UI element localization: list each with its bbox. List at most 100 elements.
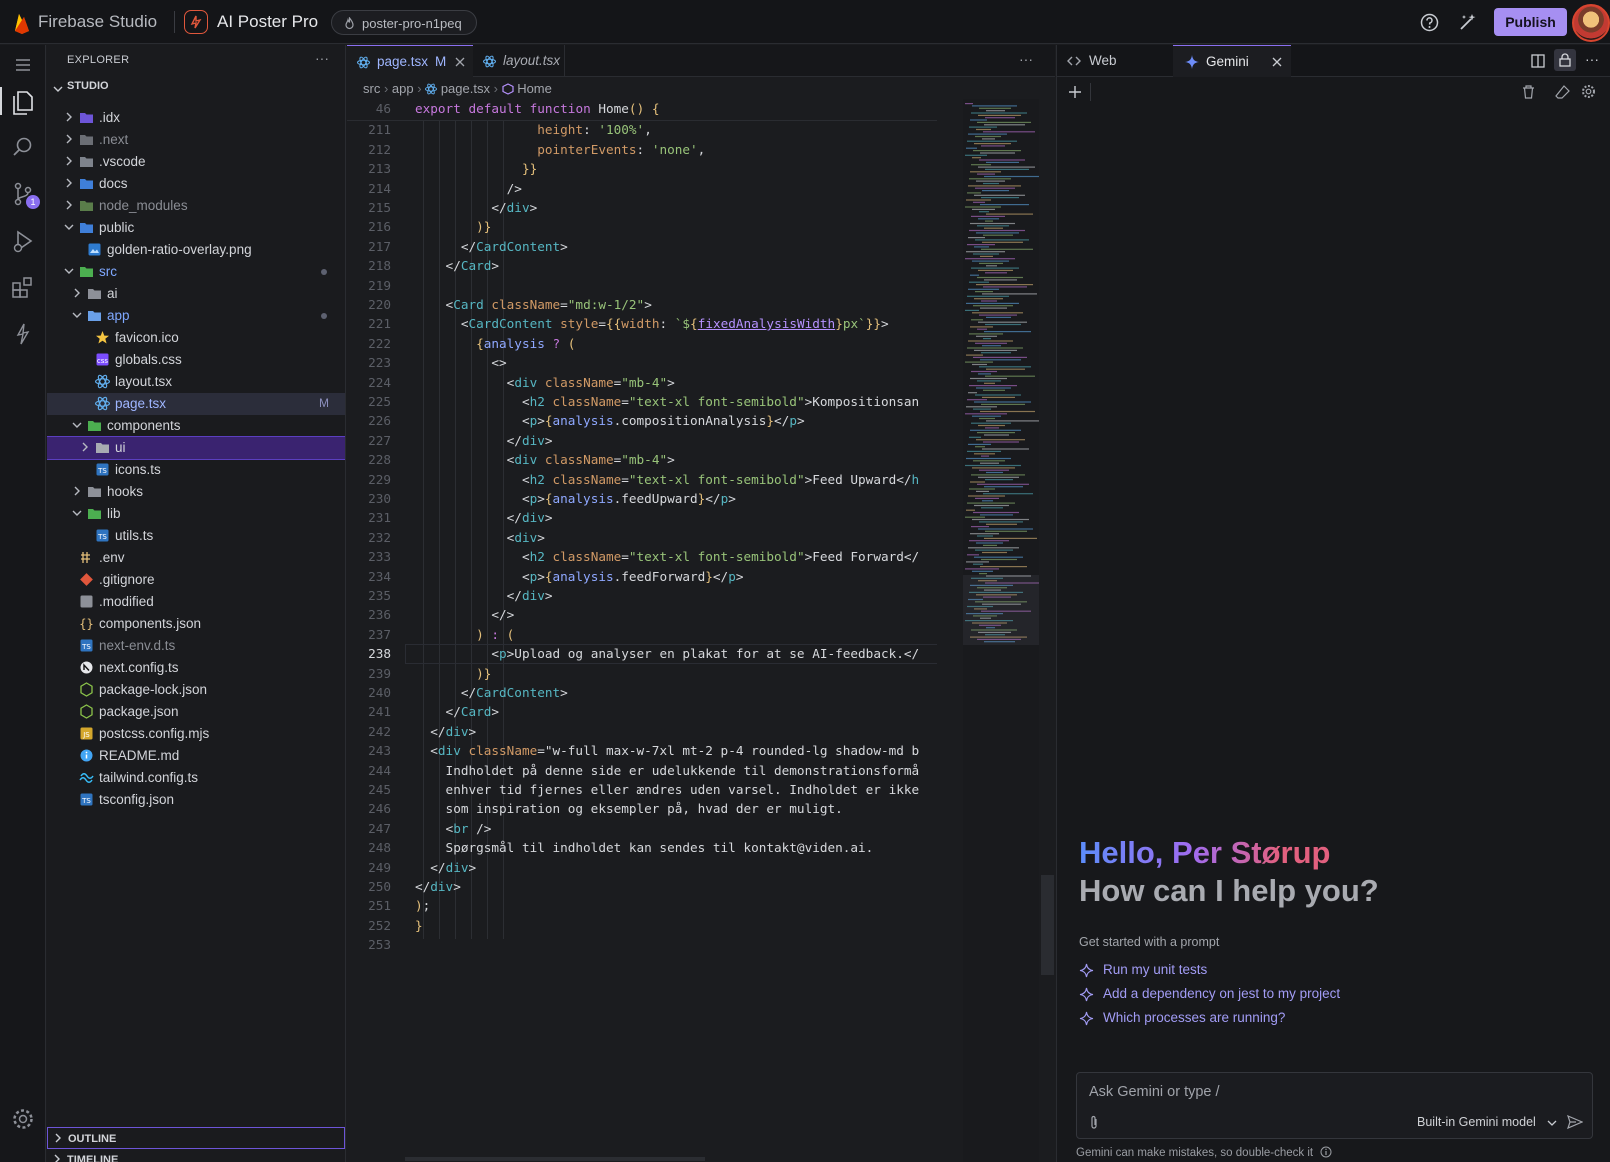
file-package-lock[interactable]: package-lock.json	[47, 679, 345, 701]
source-control-icon[interactable]: 1	[9, 180, 40, 209]
avatar[interactable]	[1572, 4, 1610, 42]
file-package-json[interactable]: package.json	[47, 701, 345, 723]
trash-icon[interactable]	[1522, 85, 1535, 99]
tab-page-tsx[interactable]: page.tsx M	[347, 45, 473, 77]
file-name: package.json	[99, 704, 179, 719]
outline-section[interactable]: OUTLINE	[47, 1127, 345, 1149]
file-favicon[interactable]: favicon.ico	[47, 327, 345, 349]
folder-docs[interactable]: docs	[47, 173, 345, 195]
folder-components[interactable]: components	[47, 415, 345, 437]
file-tailwind-config[interactable]: tailwind.config.ts	[47, 767, 345, 789]
attach-paperclip-icon[interactable]	[1089, 1115, 1099, 1131]
file-page-tsx[interactable]: page.tsx M	[47, 393, 345, 415]
chevron-right-icon[interactable]	[63, 199, 75, 211]
file-utils-ts[interactable]: TS utils.ts	[47, 525, 345, 547]
panel-more-icon[interactable]: ···	[1585, 51, 1599, 67]
explorer-icon[interactable]	[0, 87, 46, 115]
more-actions-icon[interactable]: ···	[315, 50, 329, 66]
split-editor-icon[interactable]	[1531, 54, 1545, 68]
workspace-pill[interactable]: poster-pro-n1peq	[331, 10, 477, 35]
settings-gear-icon[interactable]	[1581, 84, 1596, 99]
extensions-icon[interactable]	[9, 273, 37, 301]
folder-app[interactable]: app	[47, 305, 345, 327]
chevron-down-icon[interactable]	[71, 419, 83, 431]
timeline-section[interactable]: TIMELINE	[47, 1149, 345, 1162]
breadcrumb-item[interactable]: page.tsx	[441, 81, 490, 96]
settings-gear-icon[interactable]	[9, 1105, 37, 1133]
folder-hooks[interactable]: hooks	[47, 481, 345, 503]
file-icons-ts[interactable]: TS icons.ts	[47, 459, 345, 481]
close-icon[interactable]	[455, 57, 465, 67]
file-next-env[interactable]: TS next-env.d.ts	[47, 635, 345, 657]
menu-icon[interactable]	[9, 51, 37, 79]
studio-section-chevron-icon[interactable]	[53, 81, 63, 99]
chevron-right-icon[interactable]	[63, 111, 75, 123]
search-icon[interactable]	[9, 133, 37, 161]
file-postcss-config[interactable]: JS postcss.config.mjs	[47, 723, 345, 745]
horizontal-scrollbar[interactable]	[405, 1157, 705, 1161]
file-tsconfig[interactable]: TS tsconfig.json	[47, 789, 345, 811]
chevron-down-icon[interactable]	[63, 265, 75, 277]
chevron-right-icon[interactable]	[71, 287, 83, 299]
info-icon[interactable]	[1320, 1146, 1332, 1158]
file-next-config[interactable]: next.config.ts	[47, 657, 345, 679]
sticky-scroll-header[interactable]: 46 export default function Home() {	[347, 99, 937, 121]
line-number: 246	[368, 801, 391, 817]
code-area[interactable]: 210 width: '100%',211 height: '100%',212…	[347, 99, 937, 1162]
chevron-right-icon[interactable]	[63, 133, 75, 145]
breadcrumb-item[interactable]: app	[392, 81, 414, 96]
chevron-down-icon[interactable]	[63, 221, 75, 233]
project-title[interactable]: AI Poster Pro	[217, 12, 318, 32]
help-icon[interactable]	[1420, 13, 1439, 32]
file-layout-tsx[interactable]: layout.tsx	[47, 371, 345, 393]
firebase-studio-icon[interactable]	[9, 320, 37, 348]
code-line: )}	[476, 665, 492, 681]
workspace-section-title[interactable]: STUDIO	[67, 80, 109, 92]
chevron-right-icon[interactable]	[79, 441, 91, 453]
run-debug-icon[interactable]	[9, 227, 37, 255]
breadcrumb-item[interactable]: Home	[517, 81, 552, 96]
file-components-json[interactable]: {} components.json	[47, 613, 345, 635]
chevron-right-icon[interactable]	[63, 155, 75, 167]
publish-button[interactable]: Publish	[1494, 8, 1567, 36]
tab-web[interactable]: Web	[1057, 45, 1173, 77]
send-icon[interactable]	[1567, 1114, 1583, 1130]
minimap-viewport[interactable]	[963, 575, 1039, 645]
breadcrumb-item[interactable]: src	[363, 81, 380, 96]
folder-idx[interactable]: .idx	[47, 107, 345, 129]
vertical-scrollbar[interactable]	[1041, 875, 1054, 975]
lock-toggle[interactable]	[1554, 49, 1576, 71]
tab-gemini[interactable]: Gemini	[1173, 45, 1291, 77]
file-gitignore[interactable]: .gitignore	[47, 569, 345, 591]
editor-more-icon[interactable]: ···	[1019, 51, 1033, 67]
chevron-down-icon[interactable]	[71, 309, 83, 321]
folder-vscode[interactable]: .vscode	[47, 151, 345, 173]
file-name: page.tsx	[115, 396, 167, 411]
file-globals-css[interactable]: css globals.css	[47, 349, 345, 371]
file-modified[interactable]: .modified	[47, 591, 345, 613]
magic-wand-icon[interactable]	[1458, 12, 1478, 32]
tab-layout-tsx[interactable]: layout.tsx	[473, 45, 565, 77]
model-selector[interactable]: Built-in Gemini model	[1417, 1115, 1536, 1129]
new-chat-icon[interactable]	[1068, 85, 1082, 99]
brand-name[interactable]: Firebase Studio	[38, 12, 157, 32]
chevron-down-icon[interactable]	[71, 507, 83, 519]
line-number: 252	[368, 917, 391, 933]
chevron-right-icon[interactable]	[63, 177, 75, 189]
folder-public[interactable]: public	[47, 217, 345, 239]
folder-node-modules[interactable]: node_modules	[47, 195, 345, 217]
file-readme[interactable]: README.md	[47, 745, 345, 767]
close-icon[interactable]	[1272, 57, 1282, 67]
folder-src[interactable]: src	[47, 261, 345, 283]
file-type-icon: TS	[95, 528, 110, 543]
eraser-icon[interactable]	[1555, 85, 1570, 99]
file-golden-ratio-overlay[interactable]: golden-ratio-overlay.png	[47, 239, 345, 261]
folder-next[interactable]: .next	[47, 129, 345, 151]
folder-ai[interactable]: ai	[47, 283, 345, 305]
file-env[interactable]: .env	[47, 547, 345, 569]
chat-input[interactable]	[1089, 1081, 1569, 1103]
folder-ui[interactable]: ui	[47, 436, 345, 460]
chevron-down-icon[interactable]	[1547, 1120, 1557, 1127]
folder-lib[interactable]: lib	[47, 503, 345, 525]
chevron-right-icon[interactable]	[71, 485, 83, 497]
